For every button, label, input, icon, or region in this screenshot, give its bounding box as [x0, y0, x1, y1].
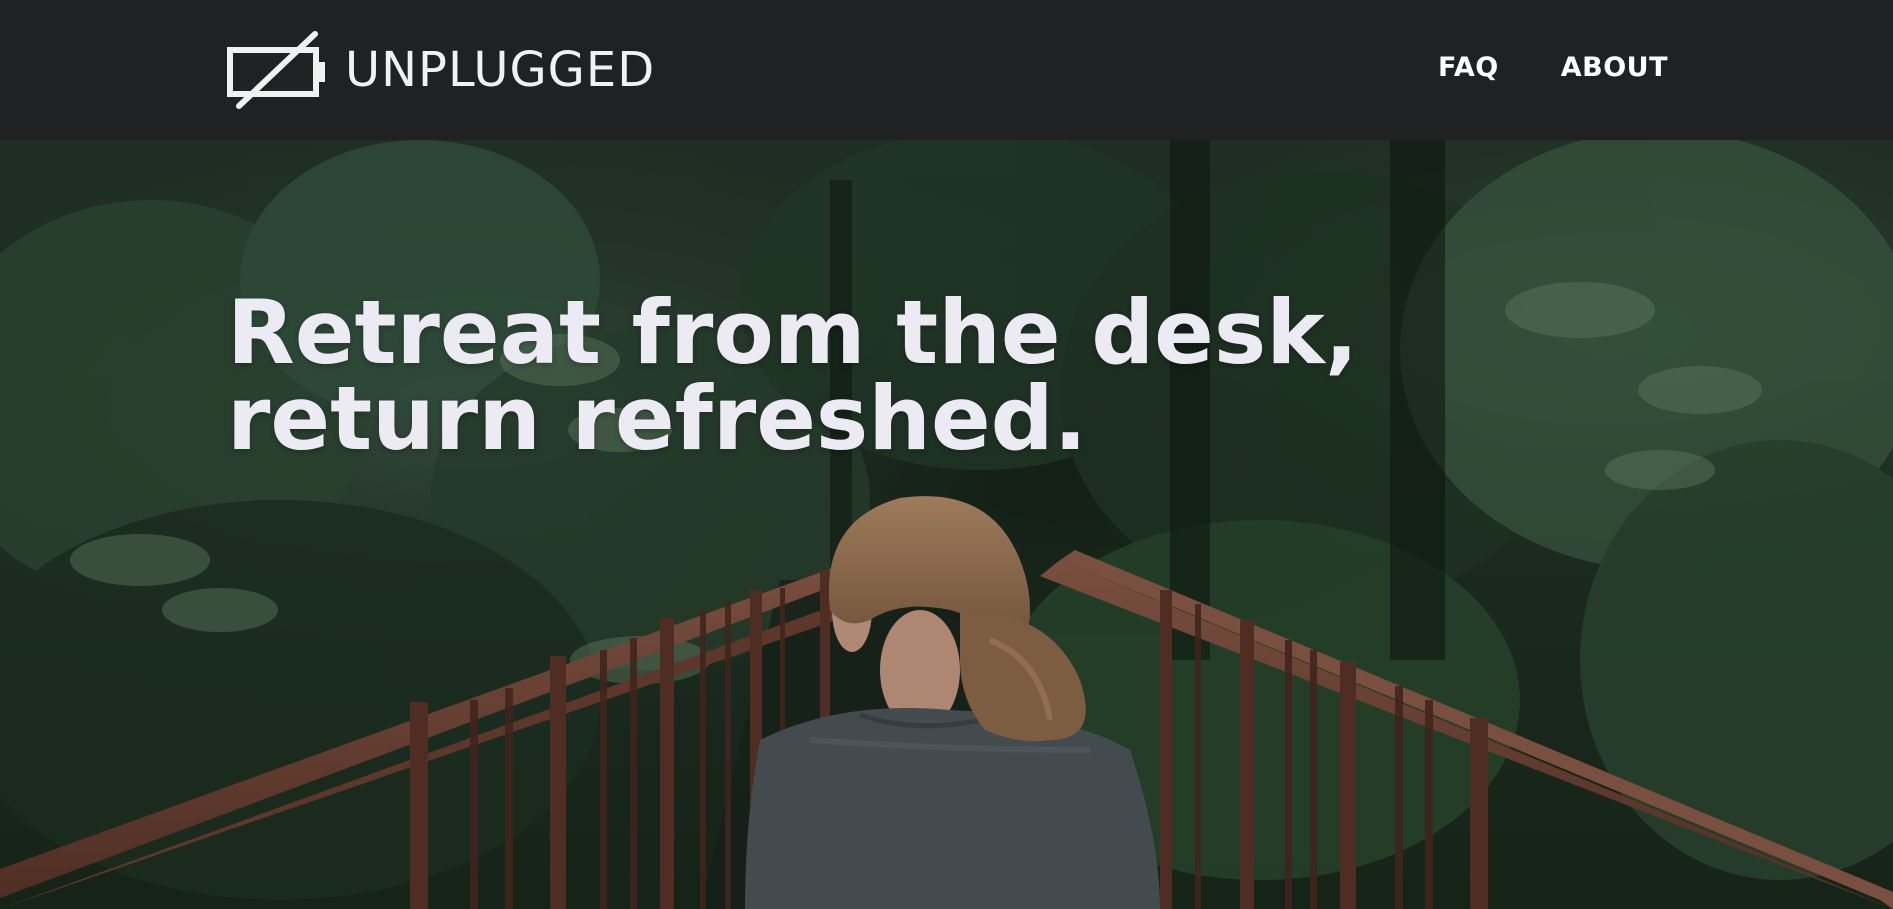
brand-name: UNPLUGGED [345, 42, 656, 98]
unplugged-battery-icon [227, 31, 325, 109]
hero-background-image [0, 140, 1893, 909]
hero-heading-line-2: return refreshed. [227, 367, 1088, 470]
main-nav: FAQ ABOUT [1438, 52, 1668, 83]
site-header: UNPLUGGED FAQ ABOUT [0, 0, 1893, 140]
brand-logo-link[interactable]: UNPLUGGED [227, 30, 655, 110]
hero-section: Retreat from the desk, return refreshed. [0, 140, 1893, 909]
nav-link-faq[interactable]: FAQ [1438, 52, 1499, 83]
hero-heading: Retreat from the desk, return refreshed. [227, 281, 1359, 470]
nav-link-about[interactable]: ABOUT [1561, 52, 1668, 83]
hero-heading-line-1: Retreat from the desk, [227, 281, 1359, 384]
page: UNPLUGGED FAQ ABOUT Retreat from the des… [0, 0, 1893, 909]
